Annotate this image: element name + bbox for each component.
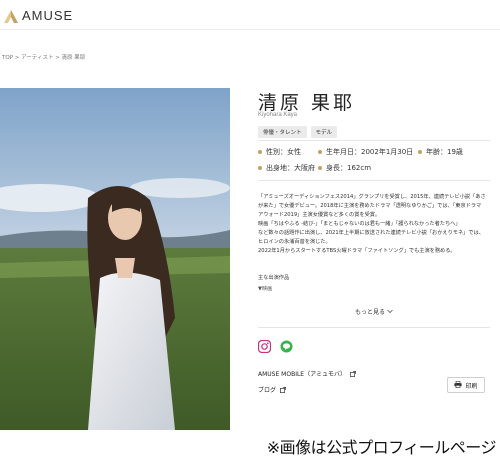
artist-photo — [0, 88, 230, 430]
instagram-icon[interactable] — [257, 338, 272, 354]
birthday-text: 生年月日：2002年1月30日 — [326, 148, 414, 156]
bio-line: 「アミューズオーディションフェス2014」グランプリを受賞し、2015年、連続テ… — [258, 194, 486, 200]
category-tags: 俳優・タレント モデル — [258, 126, 338, 138]
bio-line: など数々の話題作に出演し、2021年上半期に放送された連続テレビ小説「おかえりモ… — [258, 230, 484, 236]
breadcrumb[interactable]: TOP > アーティスト > 清原 果耶 — [2, 53, 85, 61]
external-link-icon — [350, 371, 356, 377]
header-divider — [0, 29, 500, 30]
profile-age: 年齢：19歳 — [418, 147, 463, 157]
bio-line: ヒロインの永浦百音を演じた。 — [258, 239, 331, 245]
blog-link[interactable]: ブログ — [258, 385, 286, 394]
amuse-mobile-link[interactable]: AMUSE MOBILE（アミュモバ） — [258, 369, 356, 378]
bio-line: アウォード2019」主演女優賞など多くの賞を受賞。 — [258, 212, 381, 218]
artist-name-romaji: Kiyohara Kaya — [258, 112, 298, 118]
printer-icon — [454, 380, 463, 390]
external-link-icon — [280, 387, 286, 393]
tag-actor-talent[interactable]: 俳優・タレント — [258, 126, 307, 138]
artist-name: 清原 果耶 — [258, 92, 356, 114]
print-button[interactable]: 印刷 — [447, 377, 485, 393]
show-more-button[interactable]: もっと見る — [355, 307, 393, 316]
amuse-mobile-label: AMUSE MOBILE（アミュモバ） — [258, 371, 346, 378]
height-text: 身長：162cm — [326, 164, 372, 172]
bio-line: が来た」で女優デビュー。2018年に主演を務めたドラマ「透明なゆりかご」では、「… — [258, 203, 482, 209]
brand-name: AMUSE — [22, 8, 74, 23]
profile-row-1: 性別：女性 生年月日：2002年1月30日 年齢：19歳 — [258, 147, 463, 157]
line-icon[interactable] — [280, 338, 293, 353]
profile-height: 身長：162cm — [318, 163, 371, 173]
profile-birthplace: 出身地：大阪府 — [258, 163, 318, 173]
print-label: 印刷 — [465, 382, 478, 390]
profile-divider-top — [258, 140, 490, 141]
bullet-icon — [418, 150, 422, 154]
bio-line: 2022年1月からスタートするTBS火曜ドラマ「ファイトソング」でも主演を務める… — [258, 248, 456, 254]
works-heading: 主な出演作品 — [258, 275, 290, 281]
age-text: 年齢：19歳 — [426, 148, 463, 156]
amuse-logo[interactable]: AMUSE — [4, 8, 73, 23]
profile-birthday: 生年月日：2002年1月30日 — [318, 147, 418, 157]
bullet-icon — [258, 150, 262, 154]
tag-model[interactable]: モデル — [310, 126, 338, 138]
image-caption: ※画像は公式プロフィールページ — [266, 438, 497, 457]
birthplace-text: 出身地：大阪府 — [266, 164, 315, 172]
blog-label: ブログ — [258, 387, 277, 394]
profile-divider-bottom — [258, 180, 490, 181]
works-divider — [258, 327, 490, 328]
site-header: AMUSE — [0, 0, 500, 30]
show-more-label: もっと見る — [355, 309, 386, 316]
artist-biography: 「アミューズオーディションフェス2014」グランプリを受賞し、2015年、連続テ… — [258, 193, 492, 256]
profile-gender: 性別：女性 — [258, 147, 318, 157]
amuse-logo-mark-icon — [4, 9, 18, 23]
bullet-icon — [258, 166, 262, 170]
bio-line: 映画「ちはやふる -結び-」「まともじゃないのは君も一緒」「護られなかった者たち… — [258, 221, 461, 227]
bullet-icon — [318, 166, 322, 170]
bullet-icon — [318, 150, 322, 154]
profile-row-2: 出身地：大阪府 身長：162cm — [258, 163, 371, 173]
works-movie-toggle[interactable]: ▼映画 — [258, 285, 272, 292]
gender-text: 性別：女性 — [266, 148, 301, 156]
sns-links — [257, 338, 293, 354]
chevron-down-icon — [387, 309, 393, 316]
